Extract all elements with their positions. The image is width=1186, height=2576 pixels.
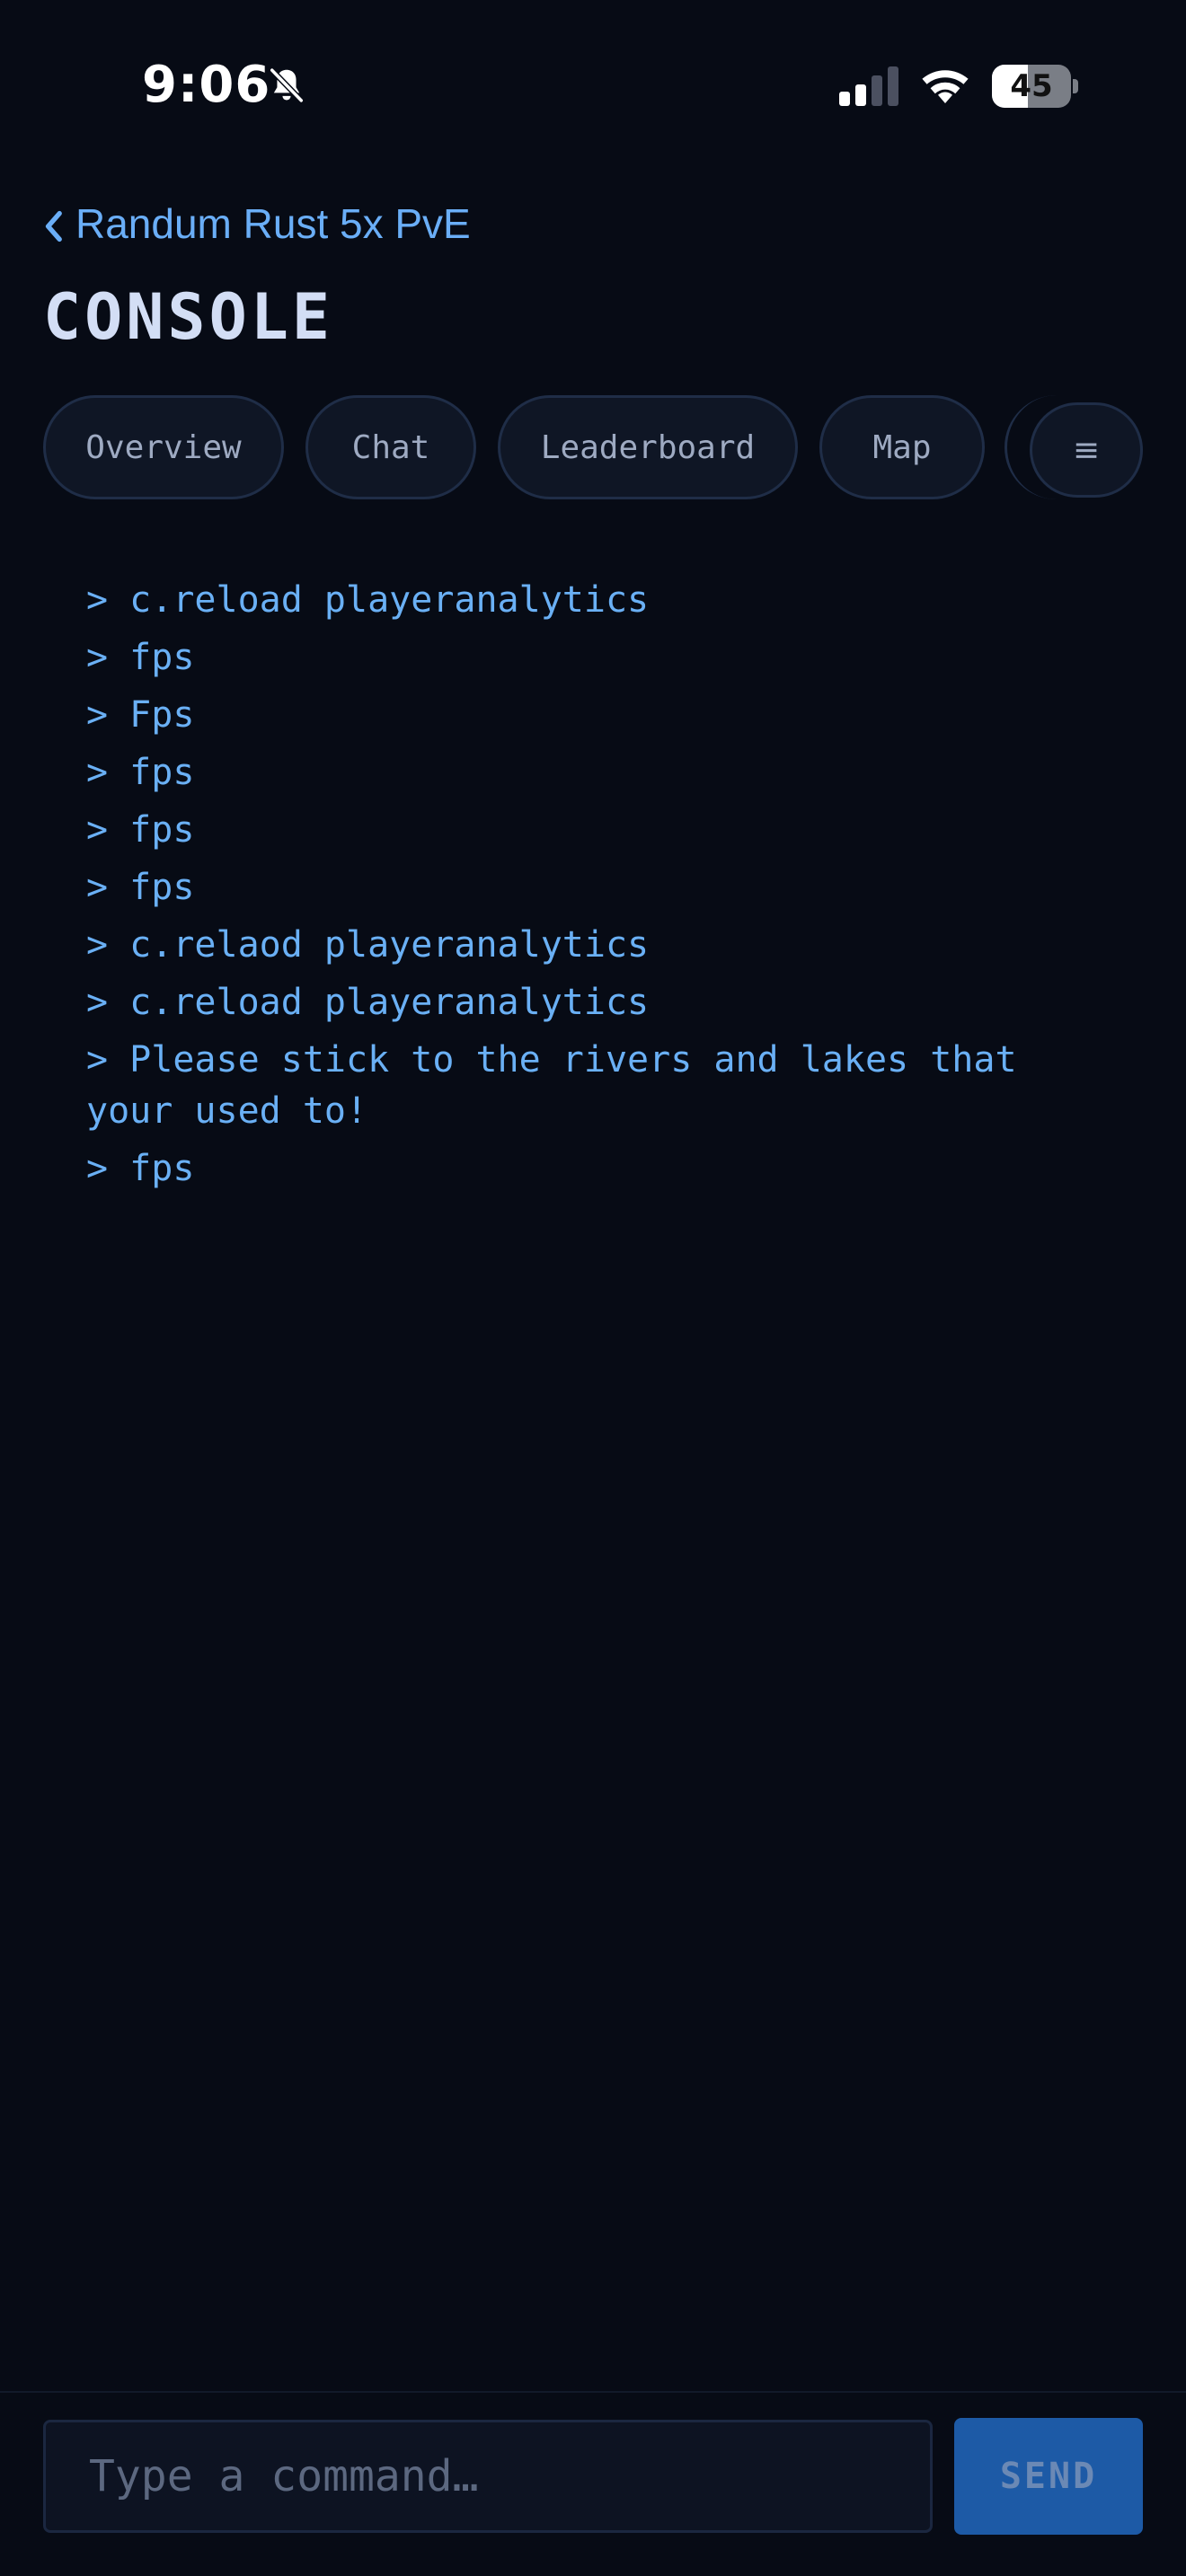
battery-icon: 45 <box>992 65 1078 108</box>
menu-icon: ≡ <box>1072 431 1101 469</box>
battery-body: 45 <box>992 65 1071 108</box>
console-log: > c.reload playeranalytics > fps > Fps >… <box>86 575 1102 1201</box>
tab-overview[interactable]: Overview <box>43 395 284 499</box>
status-bar: 9:06 45 <box>0 0 1186 171</box>
send-button[interactable]: SEND <box>954 2418 1143 2535</box>
console-line: > fps <box>86 867 195 908</box>
console-line: > fps <box>86 637 195 678</box>
tab-map[interactable]: Map <box>819 395 985 499</box>
console-line: > Fps <box>86 694 195 736</box>
battery-level: 45 <box>1010 68 1053 104</box>
console-line: > c.reload playeranalytics <box>86 982 650 1023</box>
bell-slash-icon <box>270 67 304 103</box>
back-link[interactable]: Randum Rust 5x PvE <box>43 199 471 248</box>
tab-leaderboard[interactable]: Leaderboard <box>498 395 798 499</box>
chevron-left-icon <box>45 210 62 243</box>
console-line: > Please stick to the rivers and lakes t… <box>86 1039 1039 1132</box>
command-input[interactable] <box>43 2420 933 2533</box>
wifi-icon <box>922 70 969 103</box>
command-bar: SEND <box>0 2391 1186 2576</box>
console-line: > c.relaod playeranalytics <box>86 924 650 966</box>
battery-cap <box>1073 79 1078 93</box>
console-line: > fps <box>86 1148 195 1189</box>
tab-chat[interactable]: Chat <box>305 395 476 499</box>
menu-button[interactable]: ≡ <box>1030 402 1143 498</box>
signal-icon <box>839 66 898 106</box>
console-line: > fps <box>86 809 195 851</box>
back-link-label: Randum Rust 5x PvE <box>75 200 471 247</box>
tab-bar: Overview Chat Leaderboard Map <box>43 395 1145 505</box>
status-time: 9:06 <box>142 56 271 114</box>
console-line: > c.reload playeranalytics <box>86 579 650 621</box>
page-title: CONSOLE <box>43 280 334 354</box>
console-line: > fps <box>86 752 195 793</box>
